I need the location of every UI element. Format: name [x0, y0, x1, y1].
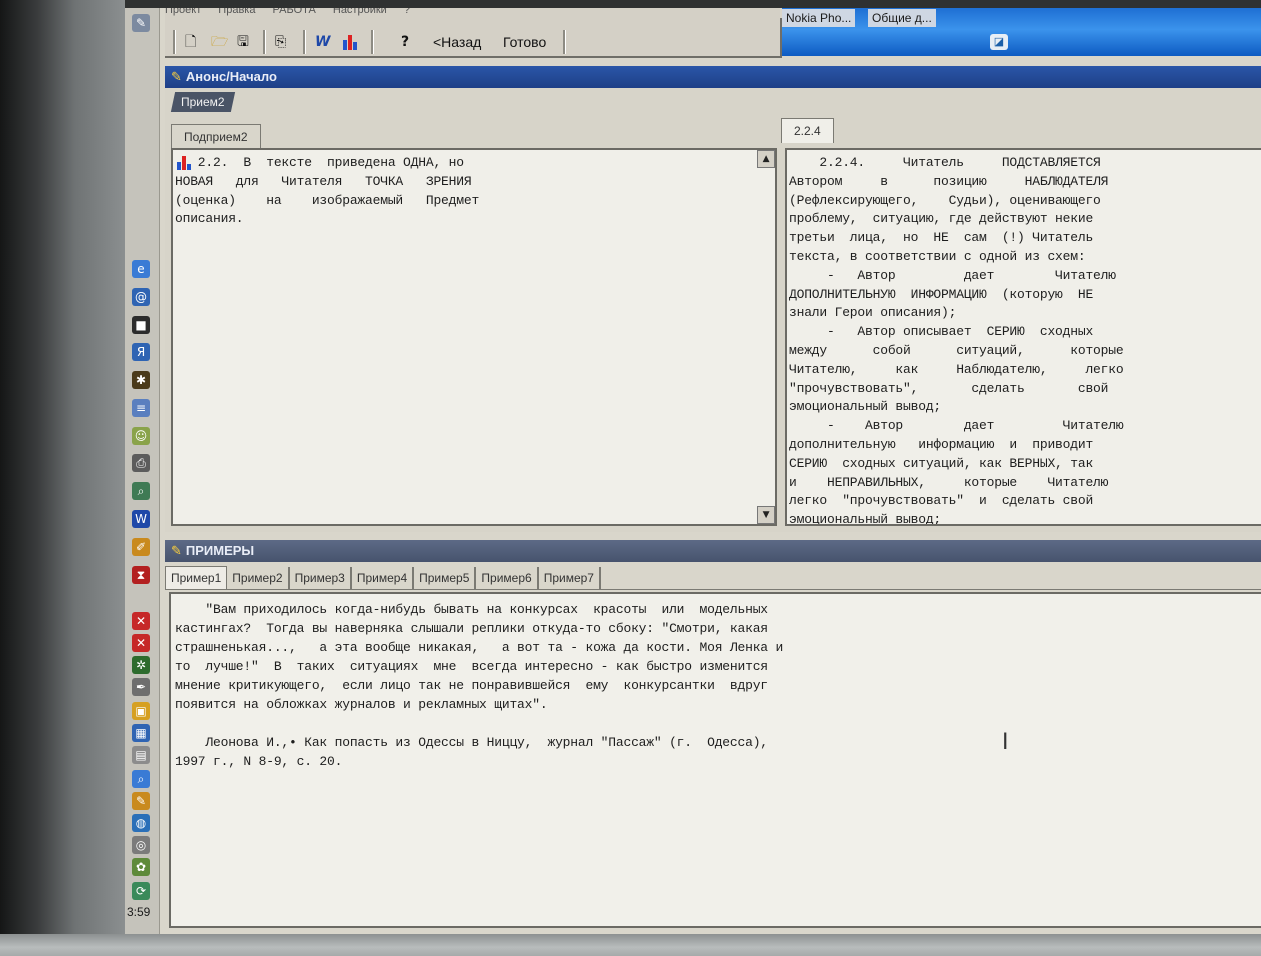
- tab-example6[interactable]: Пример6: [476, 567, 539, 589]
- tab-podpriem2[interactable]: Подприем2: [171, 124, 261, 149]
- quick-launch-bar: ✎ e @ ■ Я ✱ ≡ ☺ ⎙ ⌕ W ✐ ⧗ ✕ ✕ ✲ ✒ ▣ ▦ ▤ …: [125, 8, 160, 934]
- word-icon[interactable]: W: [132, 510, 150, 528]
- sync-icon[interactable]: ⟳: [132, 882, 150, 900]
- tag-icon[interactable]: ✎: [132, 792, 150, 810]
- back-button[interactable]: <Назад: [433, 34, 481, 50]
- left-text-pane[interactable]: 2.2. В тексте приведена ОДНА, но НОВАЯ д…: [171, 148, 777, 526]
- grid-icon[interactable]: ▦: [132, 724, 150, 742]
- examples-logo-icon: ✎: [171, 544, 182, 559]
- examples-tabstrip: Пример1 Пример2 Пример3 Пример4 Пример5 Приме…: [165, 563, 1261, 590]
- help-button[interactable]: ?: [401, 32, 409, 52]
- new-file-icon[interactable]: 🗋: [185, 32, 196, 52]
- tab-example4[interactable]: Пример4: [352, 567, 415, 589]
- chart-icon[interactable]: [341, 32, 361, 52]
- done-button[interactable]: Готово: [503, 34, 546, 50]
- scroll-up-button[interactable]: ▲: [757, 150, 775, 168]
- window-titlebar: ✎ Анонс/Начало: [165, 66, 1261, 88]
- notes-icon[interactable]: ≡: [132, 399, 150, 417]
- tab-example1[interactable]: Пример1: [165, 566, 228, 589]
- spider-icon[interactable]: ✱: [132, 371, 150, 389]
- tab-example3[interactable]: Пример3: [290, 567, 352, 589]
- pencil-icon[interactable]: ✐: [132, 538, 150, 556]
- cd-icon[interactable]: ◎: [132, 836, 150, 854]
- taskbar-item-shared[interactable]: Общие д...: [868, 9, 936, 27]
- tab-priem2-label: Прием2: [181, 95, 225, 109]
- taskbar: Nokia Pho... Общие д...: [782, 8, 1261, 56]
- tray-icon[interactable]: ◪: [990, 34, 1008, 50]
- right-pane-text: 2.2.4. Читатель ПОДСТАВЛЯЕТСЯ Автором в …: [789, 155, 1124, 526]
- tab-example7[interactable]: Пример7: [539, 567, 601, 589]
- examples-title: ПРИМЕРЫ: [185, 543, 255, 558]
- examples-titlebar: ✎ ПРИМЕРЫ: [165, 540, 1261, 562]
- pen-icon[interactable]: ✒: [132, 678, 150, 696]
- tab-2-2-4[interactable]: 2.2.4: [781, 118, 834, 143]
- right-text-pane[interactable]: 2.2.4. Читатель ПОДСТАВЛЯЕТСЯ Автором в …: [785, 148, 1261, 526]
- clock: 3:59: [127, 905, 151, 919]
- examples-text-pane[interactable]: "Вам приходилось когда-нибудь бывать на …: [169, 592, 1261, 928]
- window-title: Анонс/Начало: [185, 69, 277, 84]
- menu-item-work[interactable]: РАБОТА: [273, 8, 316, 16]
- gear-icon[interactable]: ✿: [132, 858, 150, 876]
- search-icon[interactable]: ⌕: [132, 482, 150, 500]
- people-icon[interactable]: ☺: [132, 427, 150, 445]
- toolbar-separator: [263, 30, 266, 54]
- text-cursor-icon: I: [1002, 730, 1009, 755]
- box-icon[interactable]: ▣: [132, 702, 150, 720]
- globe-icon[interactable]: ◍: [132, 814, 150, 832]
- screen: ✎ e @ ■ Я ✱ ≡ ☺ ⎙ ⌕ W ✐ ⧗ ✕ ✕ ✲ ✒ ▣ ▦ ▤ …: [125, 8, 1261, 934]
- chart-icon-svg: [343, 35, 357, 50]
- doc-icon[interactable]: ▤: [132, 746, 150, 764]
- word-export-icon[interactable]: W: [315, 32, 330, 52]
- copy-icon[interactable]: ⎘: [275, 32, 286, 52]
- taskbar-item-nokia[interactable]: Nokia Pho...: [782, 9, 856, 27]
- menu-item-project[interactable]: Проект: [165, 8, 201, 16]
- outlook-icon[interactable]: @: [132, 288, 150, 306]
- yandex-icon[interactable]: Я: [132, 343, 150, 361]
- example-text: "Вам приходилось когда-нибудь бывать на …: [175, 602, 784, 769]
- ie-icon[interactable]: e: [132, 260, 150, 278]
- tab-priem2[interactable]: Прием2: [170, 92, 235, 112]
- open-folder-icon[interactable]: 🗁: [211, 32, 228, 52]
- printer-icon[interactable]: ⎙: [132, 454, 150, 472]
- monitor-bezel-left: [0, 0, 125, 956]
- toolbar: 🗋 🗁 🖫 ⎘ W ? <Назад Готово: [165, 18, 782, 58]
- menu-item-help[interactable]: ?: [404, 8, 410, 16]
- window-logo-icon: ✎: [171, 70, 182, 85]
- menu-item-edit[interactable]: Правка: [218, 8, 255, 16]
- toolbar-separator: [303, 30, 306, 54]
- tab-example5[interactable]: Пример5: [414, 567, 477, 589]
- left-pane-text: 2.2. В тексте приведена ОДНА, но НОВАЯ д…: [175, 155, 480, 227]
- scroll-down-button[interactable]: ▼: [757, 506, 775, 524]
- hourglass-icon[interactable]: ⧗: [132, 566, 150, 584]
- tab-example2[interactable]: Пример2: [227, 567, 290, 589]
- toolbar-separator: [563, 30, 566, 54]
- save-icon[interactable]: 🖫: [237, 32, 249, 52]
- app-logo-icon[interactable]: ✎: [132, 14, 150, 32]
- app-icon[interactable]: ■: [132, 316, 150, 334]
- menu-item-settings[interactable]: Настройки: [333, 8, 387, 16]
- magnifier-icon[interactable]: ⌕: [132, 770, 150, 788]
- panel-area: Подприем2 2.2. В тексте приведена ОДНА, …: [165, 112, 1261, 532]
- x2-icon[interactable]: ✕: [132, 634, 150, 652]
- monitor-bezel-bottom: [0, 934, 1261, 956]
- bug-icon[interactable]: ✲: [132, 656, 150, 674]
- menubar: Проект Правка РАБОТА Настройки ?: [165, 8, 780, 18]
- x-icon[interactable]: ✕: [132, 612, 150, 630]
- priem-tabstrip: [165, 88, 1261, 112]
- toolbar-separator: [173, 30, 176, 54]
- toolbar-separator: [371, 30, 374, 54]
